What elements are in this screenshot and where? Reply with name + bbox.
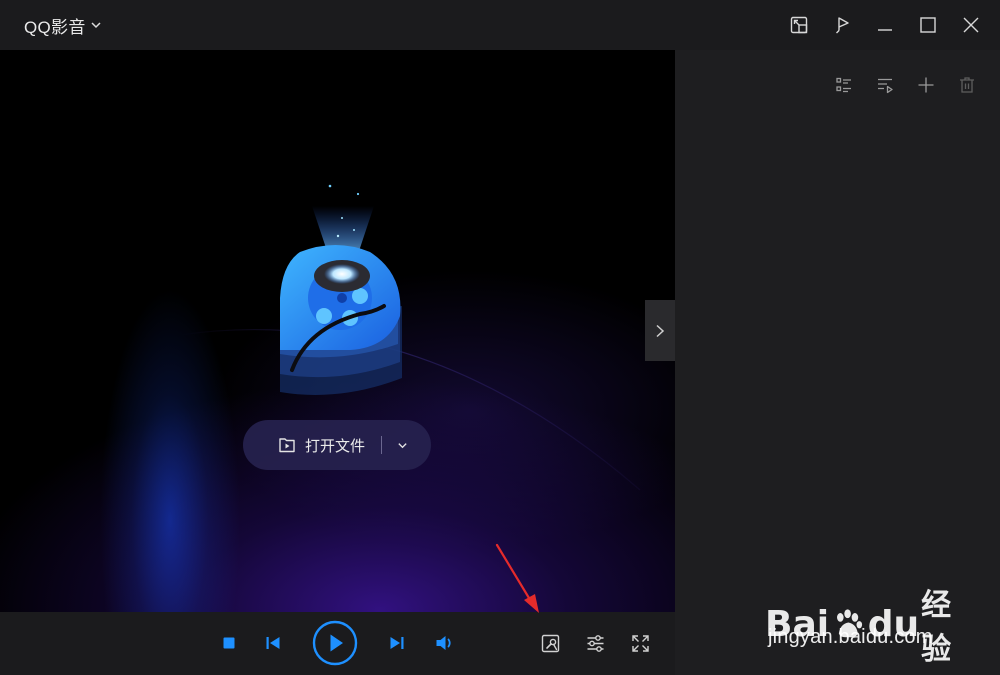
delete-icon [960, 77, 974, 93]
list-view-icon [836, 77, 851, 93]
playlist-mode-icon [878, 78, 893, 94]
mini-mode-icon [790, 16, 808, 34]
open-file-button[interactable]: 打开文件 [243, 420, 365, 470]
minimize-button[interactable] [870, 10, 900, 40]
minimize-icon [878, 29, 892, 31]
control-bar [0, 612, 675, 675]
play-file-icon [279, 438, 295, 453]
app-title: QQ影音 [24, 17, 86, 37]
close-button[interactable] [956, 10, 986, 40]
maximize-icon [920, 17, 936, 33]
qq-player-logo [280, 184, 402, 395]
pin-button[interactable] [827, 10, 857, 40]
playlist-mode-button[interactable] [874, 74, 896, 96]
open-file-button-group: 打开文件 [243, 420, 431, 470]
play-button[interactable] [312, 620, 358, 666]
window-controls [784, 10, 986, 40]
stop-icon [223, 637, 235, 649]
app-menu-button[interactable]: QQ影音 [24, 13, 102, 37]
chevron-down-icon [91, 22, 101, 29]
list-view-button[interactable] [833, 74, 855, 96]
delete-file-button[interactable] [956, 74, 978, 96]
mini-mode-button[interactable] [784, 10, 814, 40]
video-area[interactable]: 打开文件 [0, 50, 675, 612]
effects-settings-button[interactable] [585, 633, 606, 654]
open-file-label: 打开文件 [305, 437, 366, 455]
next-icon [390, 637, 404, 649]
volume-icon [436, 636, 451, 650]
playlist-panel [675, 50, 1000, 675]
chevron-down-icon [397, 442, 407, 448]
volume-button[interactable] [434, 633, 456, 653]
playlist-toolbar [833, 74, 978, 96]
close-icon [963, 17, 979, 33]
toggle-playlist-button[interactable] [645, 300, 675, 361]
toolbox-icon [541, 634, 560, 653]
pin-icon [836, 17, 849, 34]
maximize-button[interactable] [913, 10, 943, 40]
toolbox-button[interactable] [540, 633, 561, 654]
stop-button[interactable] [219, 633, 239, 653]
settings-sliders-icon [587, 635, 604, 652]
add-file-button[interactable] [915, 74, 937, 96]
open-file-dropdown-button[interactable] [382, 420, 422, 470]
play-icon [312, 620, 358, 666]
fullscreen-button[interactable] [630, 633, 651, 654]
chevron-right-icon [656, 324, 665, 337]
add-icon [918, 77, 934, 93]
previous-icon [266, 637, 280, 649]
title-bar: QQ影音 [0, 0, 1000, 50]
previous-button[interactable] [263, 633, 283, 653]
fullscreen-icon [632, 635, 649, 652]
next-button[interactable] [387, 633, 407, 653]
